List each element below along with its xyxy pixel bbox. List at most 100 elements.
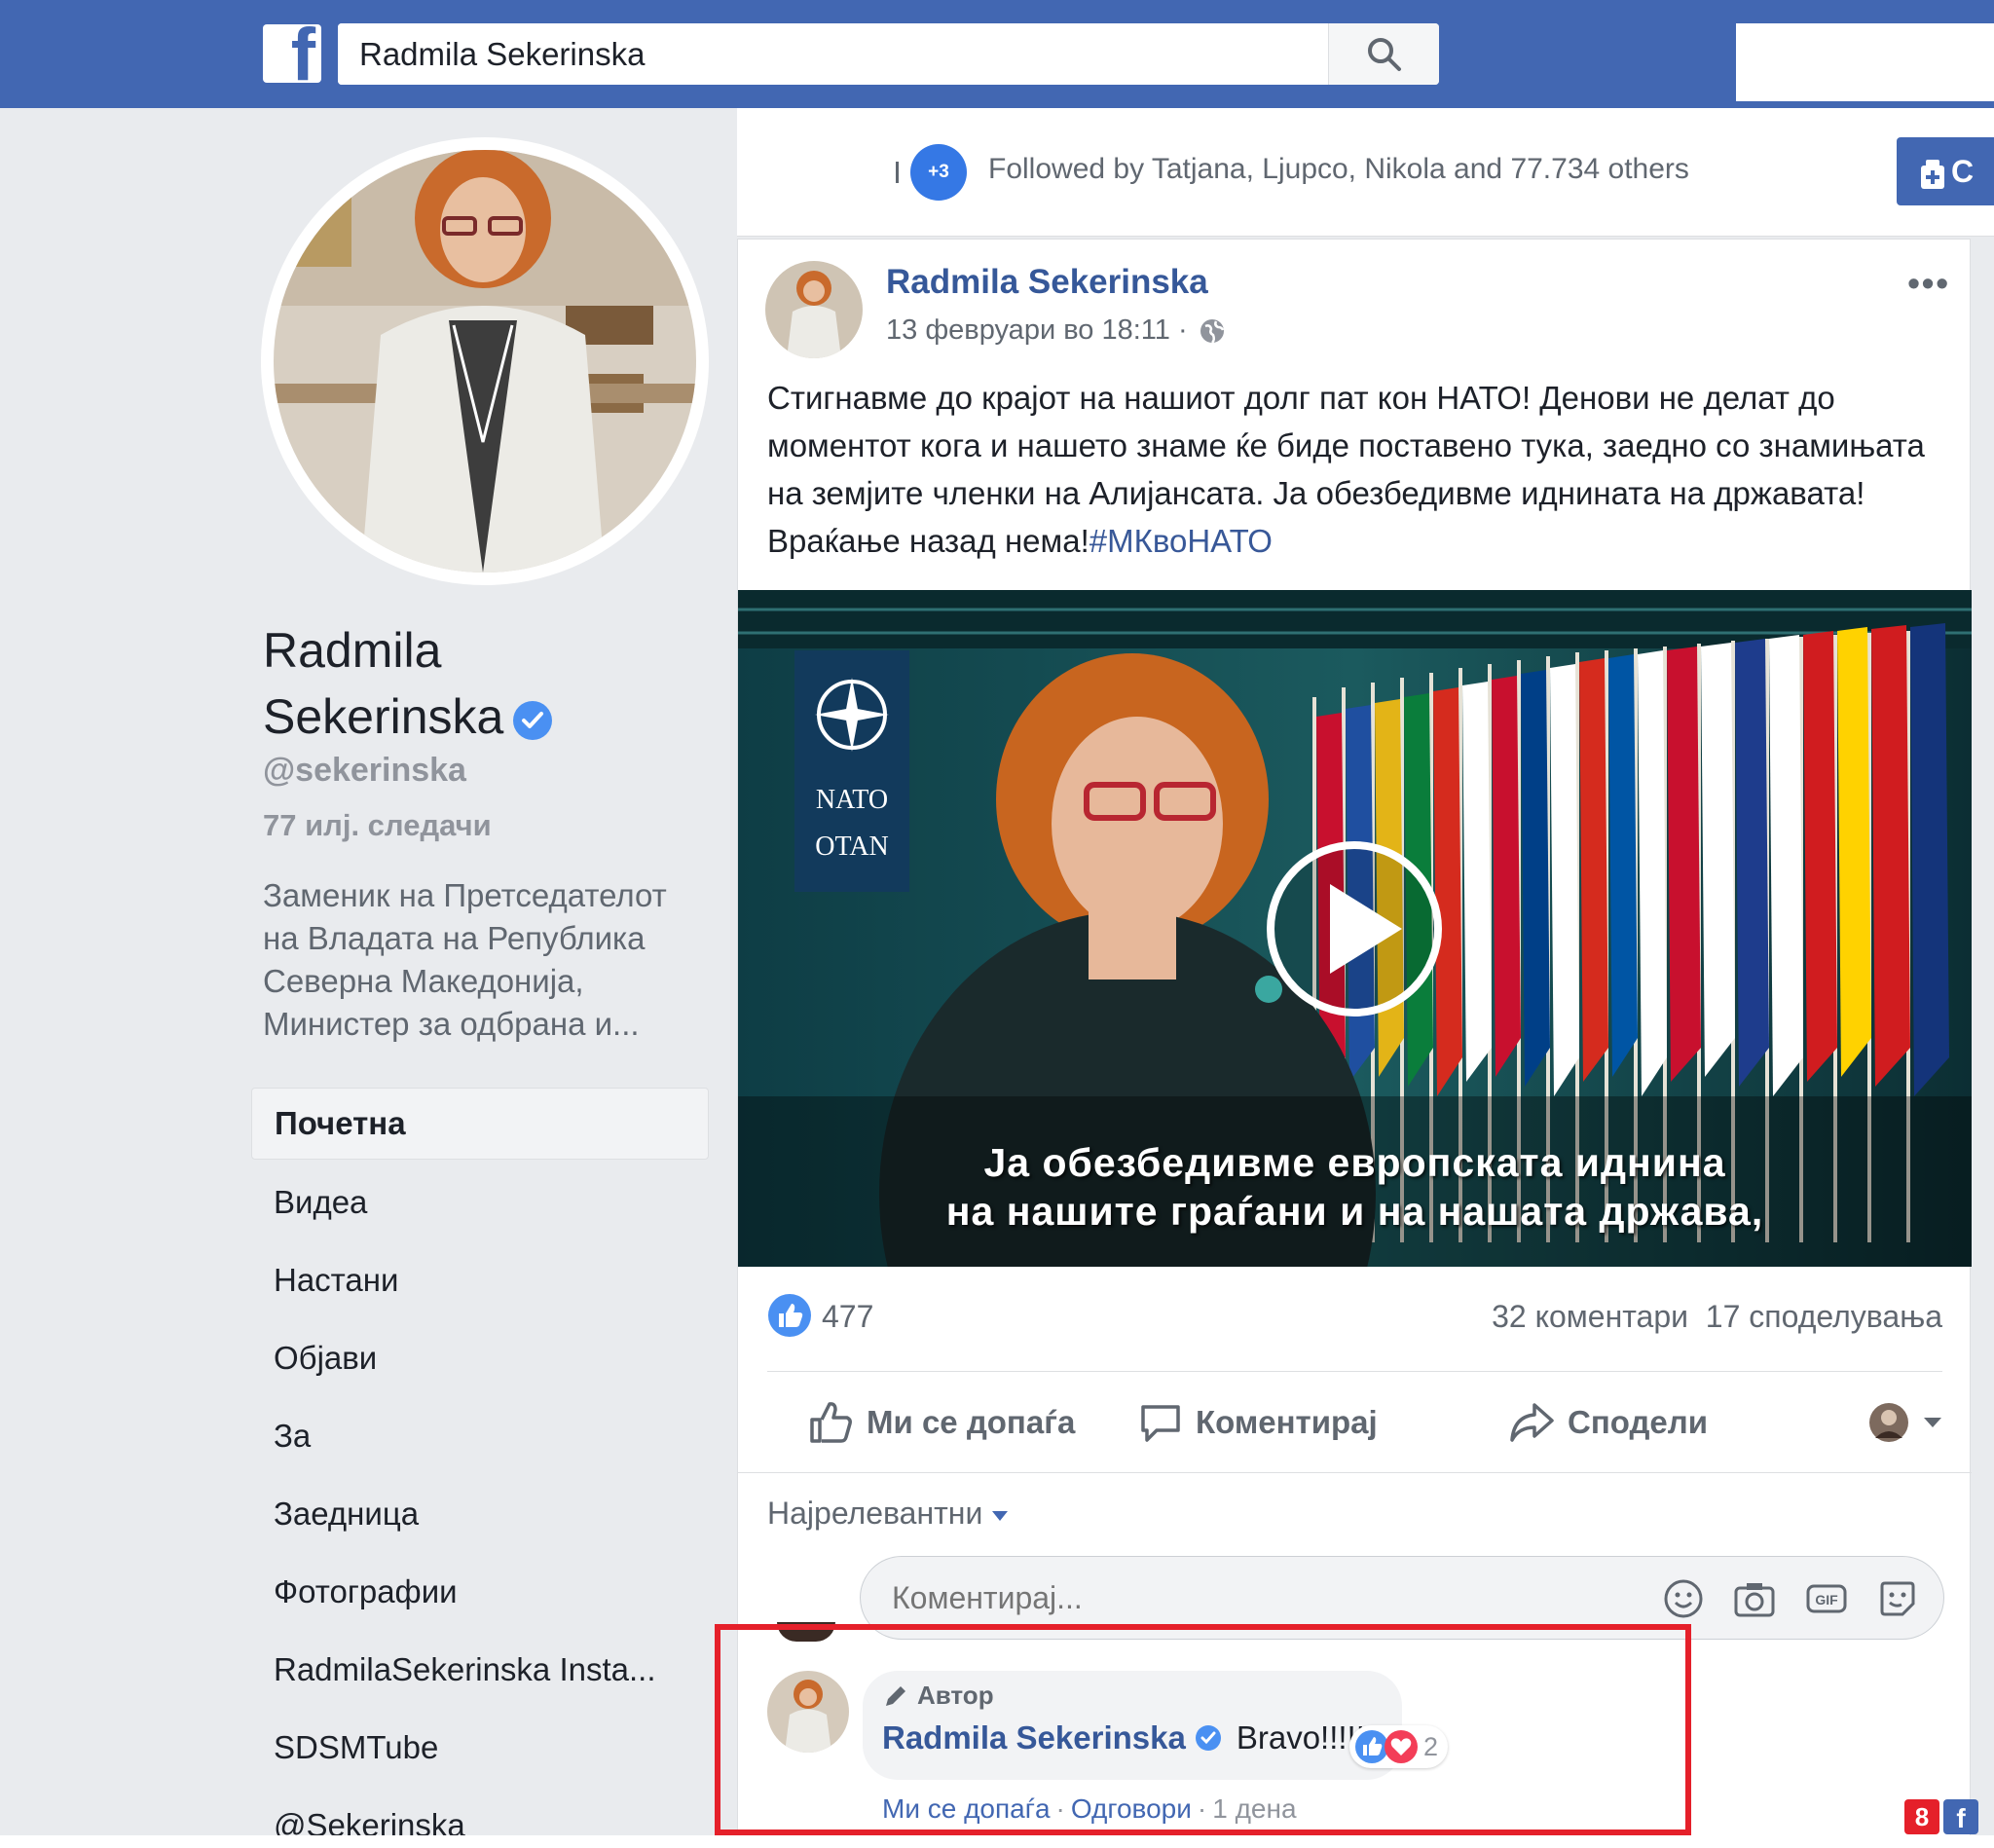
comment-reaction-count: 2 bbox=[1423, 1731, 1439, 1761]
sidebar-item-instagram[interactable]: RadmilaSekerinska Insta... bbox=[251, 1631, 709, 1709]
comment-links: Ми се допаѓа · Одговори · 1 дена bbox=[882, 1793, 1297, 1825]
sticker-icon[interactable] bbox=[1877, 1578, 1918, 1619]
thumbs-up-icon bbox=[810, 1402, 852, 1443]
share-button[interactable]: Сподели bbox=[1507, 1379, 1708, 1466]
search-bar bbox=[338, 23, 1439, 85]
post-options-icon[interactable]: ••• bbox=[1907, 263, 1950, 304]
sidebar-item-posts[interactable]: Објави bbox=[251, 1319, 709, 1397]
share-icon bbox=[1510, 1403, 1554, 1442]
camera-icon[interactable] bbox=[1733, 1578, 1776, 1619]
caret-down-icon bbox=[1924, 1418, 1941, 1427]
separator: · bbox=[1197, 1793, 1207, 1824]
like-reaction-icon[interactable] bbox=[767, 1293, 812, 1338]
post-meta: 13 февруари во 18:11 · bbox=[886, 314, 1227, 347]
comment-author-line: Radmila Sekerinska Bravo!!!!!! bbox=[882, 1719, 1374, 1756]
comment-composer: GIF bbox=[860, 1556, 1944, 1640]
video-subtitle-line1: Ја обезбедивме европската иднина bbox=[983, 1140, 1726, 1185]
separator: · bbox=[1055, 1793, 1065, 1824]
like-button-label: Ми се допаѓа bbox=[867, 1404, 1076, 1440]
bottom-edge bbox=[0, 1835, 1994, 1848]
profile-picture[interactable] bbox=[261, 137, 709, 585]
sidebar-item-about[interactable]: За bbox=[251, 1397, 709, 1475]
like-button[interactable]: Ми се допаѓа bbox=[806, 1379, 1075, 1466]
comment-icon bbox=[1141, 1405, 1180, 1442]
comments-count[interactable]: 32 коментари bbox=[1492, 1299, 1688, 1334]
page-action-label: C bbox=[1951, 154, 1975, 189]
top-navigation-bar: f bbox=[0, 0, 1994, 108]
notification-badge[interactable]: 8 bbox=[1904, 1799, 1939, 1834]
verified-badge-icon bbox=[1195, 1725, 1221, 1751]
comment-time[interactable]: 1 дена bbox=[1212, 1793, 1296, 1824]
like-count[interactable]: 477 bbox=[822, 1299, 873, 1335]
post-date[interactable]: 13 февруари во 18:11 · bbox=[886, 314, 1188, 347]
page-bio: Заменик на Претседателот на Владата на Р… bbox=[263, 877, 667, 1042]
emoji-icon[interactable] bbox=[1663, 1578, 1704, 1619]
page-handle[interactable]: @sekerinska bbox=[263, 752, 466, 790]
sidebar-nav: Почетна Видеа Настани Објави За Заедница… bbox=[251, 1088, 709, 1848]
engagement-counts: 32 коментари 17 споделувања bbox=[1492, 1299, 1942, 1335]
comment-sort-dropdown[interactable]: Најрелевантни bbox=[767, 1496, 1009, 1532]
comment-author-avatar[interactable] bbox=[767, 1671, 849, 1753]
post-stats: 477 32 коментари 17 споделувања bbox=[767, 1293, 1942, 1342]
comment-avatar-image bbox=[767, 1671, 849, 1753]
divider bbox=[767, 1371, 1942, 1372]
more-friends-badge[interactable]: +3 bbox=[910, 144, 967, 201]
facebook-icon[interactable]: f bbox=[1943, 1799, 1978, 1834]
profile-photo-image bbox=[274, 150, 696, 573]
sidebar-item-videos[interactable]: Видеа bbox=[251, 1164, 709, 1241]
author-avatar-image bbox=[765, 261, 863, 358]
comment-button[interactable]: Коментирај bbox=[1137, 1379, 1378, 1466]
search-button[interactable] bbox=[1328, 23, 1439, 85]
comment-like-link[interactable]: Ми се допаѓа bbox=[882, 1793, 1051, 1824]
post-actions: Ми се допаѓа Коментирај Сподели bbox=[767, 1379, 1942, 1466]
comment-author-name[interactable]: Radmila Sekerinska bbox=[882, 1719, 1186, 1756]
post-author-name[interactable]: Radmila Sekerinska bbox=[886, 263, 1208, 302]
post-body: Стигнавме до крајот на нашиот долг пат к… bbox=[767, 380, 1925, 559]
comment-reactions[interactable]: 2 bbox=[1349, 1725, 1449, 1768]
svg-text:GIF: GIF bbox=[1815, 1592, 1838, 1608]
post-video[interactable]: NATO OTAN Ја обезбедивме европската идни… bbox=[738, 590, 1972, 1267]
sidebar-item-sdsmtube[interactable]: SDSMTube bbox=[251, 1709, 709, 1787]
heart-reaction-icon bbox=[1385, 1730, 1418, 1763]
composer-icons: GIF bbox=[1663, 1578, 1918, 1619]
pencil-icon bbox=[886, 1685, 905, 1706]
page-action-button[interactable]: C bbox=[1897, 137, 1994, 205]
video-subtitle-line2: на нашите граѓани и на нашата држава, bbox=[945, 1189, 1764, 1234]
top-right-panel[interactable] bbox=[1736, 23, 1994, 101]
avatar-edge bbox=[896, 162, 899, 183]
sidebar-item-events[interactable]: Настани bbox=[251, 1241, 709, 1319]
play-button-icon bbox=[1267, 841, 1442, 1016]
globe-icon bbox=[1200, 318, 1224, 344]
nato-sign: NATO OTAN bbox=[794, 777, 909, 870]
page-name-line2: Sekerinska bbox=[263, 689, 504, 744]
author-tag: Автор bbox=[882, 1681, 994, 1711]
comment-reply-link[interactable]: Одговори bbox=[1071, 1793, 1192, 1824]
search-icon bbox=[1367, 37, 1401, 71]
page-name-line1: Radmila bbox=[263, 623, 442, 678]
sidebar-item-photos[interactable]: Фотографии bbox=[251, 1553, 709, 1631]
comment-bubble: Автор Radmila Sekerinska Bravo!!!!!! 2 bbox=[863, 1671, 1449, 1780]
nato-sign-line2: OTAN bbox=[815, 832, 889, 862]
gif-icon[interactable]: GIF bbox=[1805, 1578, 1848, 1619]
shares-count[interactable]: 17 споделувања bbox=[1706, 1299, 1942, 1334]
corner-badges: 8 f bbox=[1904, 1799, 1978, 1834]
post-card: Radmila Sekerinska 13 февруари во 18:11 … bbox=[737, 239, 1972, 1848]
share-button-label: Сподели bbox=[1568, 1404, 1709, 1440]
sidebar-item-home[interactable]: Почетна bbox=[251, 1088, 709, 1160]
post-hashtag[interactable]: #МКвоНАТО bbox=[1089, 523, 1273, 559]
comment-sort-label: Најрелевантни bbox=[767, 1496, 983, 1531]
post-author-avatar[interactable] bbox=[765, 261, 863, 358]
followed-by-card: +3 Followed by Tatjana, Ljupco, Nikola a… bbox=[737, 108, 1994, 237]
search-input[interactable] bbox=[338, 23, 1326, 85]
followers-count: 77 илј. следачи bbox=[263, 808, 492, 842]
comment-input[interactable] bbox=[892, 1574, 1573, 1621]
author-tag-label: Автор bbox=[917, 1681, 994, 1710]
page-name: Radmila Sekerinska bbox=[263, 617, 594, 750]
divider bbox=[738, 1472, 1972, 1473]
post-as-selector[interactable] bbox=[1867, 1379, 1943, 1466]
sidebar-item-community[interactable]: Заедница bbox=[251, 1475, 709, 1553]
user-avatar-icon bbox=[1869, 1403, 1908, 1442]
current-user-avatar bbox=[777, 1622, 835, 1642]
add-icon bbox=[1921, 159, 1944, 189]
facebook-logo-icon[interactable]: f bbox=[263, 24, 321, 83]
